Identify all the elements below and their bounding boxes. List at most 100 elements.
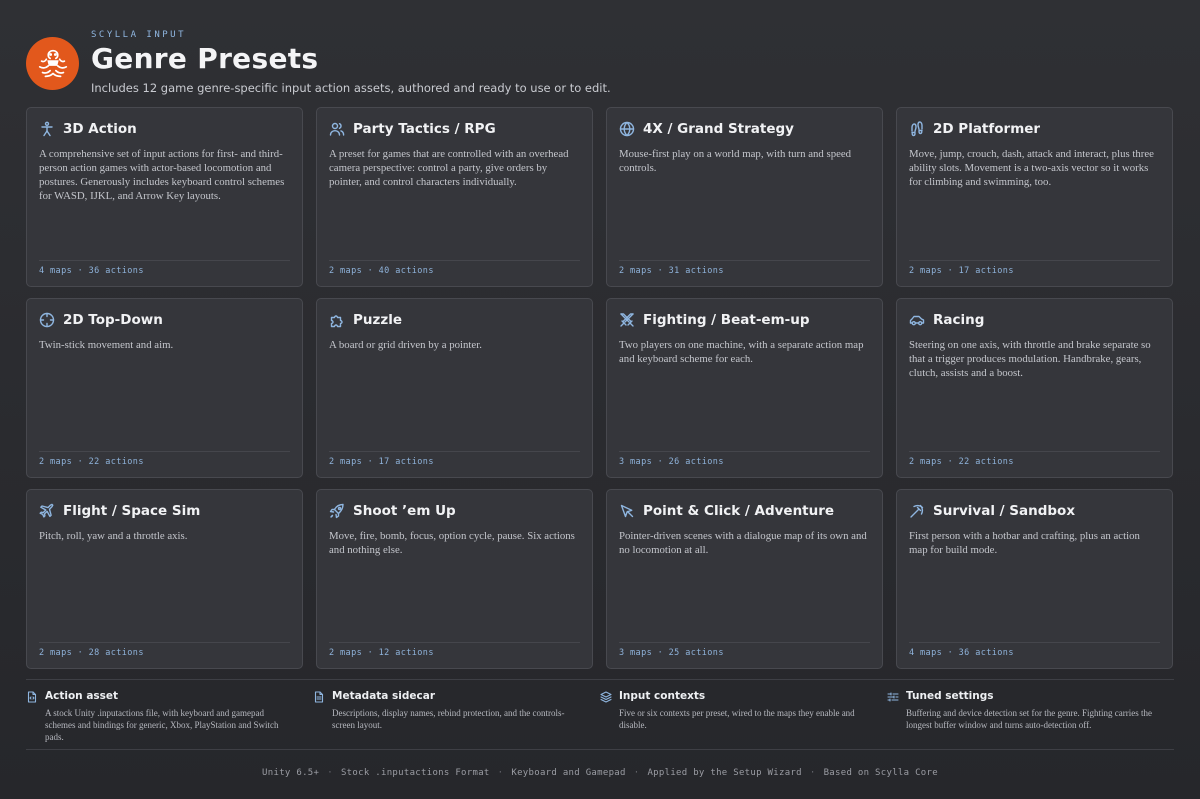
footprints-icon <box>909 121 925 137</box>
card-description: A board or grid driven by a pointer. <box>329 339 482 351</box>
brand-eyebrow: SCYLLA INPUT <box>91 30 187 40</box>
card-title: 4X / Grand Strategy <box>643 121 794 137</box>
card-divider <box>39 642 290 643</box>
plane-icon <box>39 503 55 519</box>
car-icon <box>909 312 925 328</box>
card-title: Party Tactics / RPG <box>353 121 496 137</box>
footer-separator: · <box>633 768 640 778</box>
card-meta: 2 maps · 28 actions <box>39 648 144 658</box>
feature-title: Tuned settings <box>906 690 994 702</box>
footer-item: Based on Scylla Core <box>823 768 938 778</box>
card-divider <box>909 260 1160 261</box>
header: SCYLLA INPUT Genre Presets Includes 12 g… <box>26 28 1176 98</box>
preset-card-flight[interactable]: Flight / Space Sim Pitch, roll, yaw and … <box>26 489 303 669</box>
pointer-icon <box>619 503 635 519</box>
feature-title: Input contexts <box>619 690 706 702</box>
card-divider <box>329 451 580 452</box>
feature-title: Metadata sidecar <box>332 690 436 702</box>
card-meta: 4 maps · 36 actions <box>909 648 1014 658</box>
swords-icon <box>619 312 635 328</box>
card-divider <box>619 451 870 452</box>
feature-input-contexts: Input contexts Five or six contexts per … <box>600 690 887 743</box>
feature-description: Descriptions, display names, rebind prot… <box>332 708 565 730</box>
preset-card-puzzle[interactable]: Puzzle A board or grid driven by a point… <box>316 298 593 478</box>
card-description: Move, fire, bomb, focus, option cycle, p… <box>329 530 575 556</box>
card-title: Point & Click / Adventure <box>643 503 835 519</box>
card-divider <box>619 642 870 643</box>
feature-tuned-settings: Tuned settings Buffering and device dete… <box>887 690 1174 743</box>
card-meta: 2 maps · 17 actions <box>909 266 1014 276</box>
sliders-icon <box>887 691 899 703</box>
globe-icon <box>619 121 635 137</box>
layers-icon <box>600 691 612 703</box>
page-subtitle: Includes 12 game genre-specific input ac… <box>91 81 611 95</box>
footer-divider <box>26 749 1174 750</box>
preset-card-shoot-em-up[interactable]: Shoot ’em Up Move, fire, bomb, focus, op… <box>316 489 593 669</box>
card-meta: 2 maps · 31 actions <box>619 266 724 276</box>
file-text-icon <box>313 691 325 703</box>
card-meta: 2 maps · 40 actions <box>329 266 434 276</box>
card-meta: 2 maps · 12 actions <box>329 648 434 658</box>
feature-action-asset: Action asset A stock Unity .inputactions… <box>26 690 313 743</box>
preset-card-fighting[interactable]: Fighting / Beat-em-up Two players on one… <box>606 298 883 478</box>
card-title: 2D Platformer <box>933 121 1041 137</box>
card-title: Flight / Space Sim <box>63 503 201 519</box>
card-meta: 3 maps · 25 actions <box>619 648 724 658</box>
card-description: Steering on one axis, with throttle and … <box>909 339 1151 379</box>
feature-description: A stock Unity .inputactions file, with k… <box>45 708 279 742</box>
preset-card-2d-platformer[interactable]: 2D Platformer Move, jump, crouch, dash, … <box>896 107 1173 287</box>
file-code-icon <box>26 691 38 703</box>
footer-item: Unity 6.5+ <box>262 768 320 778</box>
card-divider <box>329 642 580 643</box>
card-description: First person with a hotbar and crafting,… <box>909 530 1140 556</box>
card-title: 2D Top-Down <box>63 312 163 328</box>
section-divider <box>26 679 1174 680</box>
card-meta: 2 maps · 22 actions <box>39 457 144 467</box>
preset-card-2d-top-down[interactable]: 2D Top-Down Twin-stick movement and aim.… <box>26 298 303 478</box>
card-divider <box>39 260 290 261</box>
card-meta: 2 maps · 17 actions <box>329 457 434 467</box>
card-title: Fighting / Beat-em-up <box>643 312 810 328</box>
preset-card-3d-action[interactable]: 3D Action A comprehensive set of input a… <box>26 107 303 287</box>
pickaxe-icon <box>909 503 925 519</box>
feature-metadata-sidecar: Metadata sidecar Descriptions, display n… <box>313 690 600 743</box>
users-icon <box>329 121 345 137</box>
card-divider <box>909 642 1160 643</box>
footer-item: Keyboard and Gamepad <box>511 768 626 778</box>
card-divider <box>909 451 1160 452</box>
card-description: Mouse-first play on a world map, with tu… <box>619 148 852 174</box>
preset-grid: 3D Action A comprehensive set of input a… <box>26 107 1174 669</box>
card-divider <box>619 260 870 261</box>
puzzle-icon <box>329 312 345 328</box>
feature-list: Action asset A stock Unity .inputactions… <box>26 690 1174 743</box>
crosshair-icon <box>39 312 55 328</box>
feature-description: Buffering and device detection set for t… <box>906 708 1152 730</box>
rocket-icon <box>329 503 345 519</box>
footer-separator: · <box>327 768 333 778</box>
person-icon <box>39 121 55 137</box>
preset-card-party-tactics[interactable]: Party Tactics / RPG A preset for games t… <box>316 107 593 287</box>
preset-card-grand-strategy[interactable]: 4X / Grand Strategy Mouse-first play on … <box>606 107 883 287</box>
card-description: Two players on one machine, with a separ… <box>619 339 864 365</box>
footer-item: Applied by the Setup Wizard <box>647 768 802 778</box>
card-title: Survival / Sandbox <box>933 503 1076 519</box>
card-meta: 3 maps · 26 actions <box>619 457 724 467</box>
card-title: Shoot ’em Up <box>353 503 456 519</box>
scylla-logo-icon <box>26 37 79 90</box>
card-title: Puzzle <box>353 312 403 328</box>
card-title: Racing <box>933 312 985 328</box>
card-description: Pointer-driven scenes with a dialogue ma… <box>619 530 867 556</box>
card-divider <box>329 260 580 261</box>
preset-card-survival[interactable]: Survival / Sandbox First person with a h… <box>896 489 1173 669</box>
footer-item: Stock .inputactions Format <box>340 768 490 778</box>
page-title: Genre Presets <box>91 42 319 75</box>
card-description: A comprehensive set of input actions for… <box>39 148 285 202</box>
footer-separator: · <box>497 768 504 778</box>
card-divider <box>39 451 290 452</box>
card-description: Move, jump, crouch, dash, attack and int… <box>909 148 1154 188</box>
feature-description: Five or six contexts per preset, wired t… <box>619 708 855 730</box>
preset-card-racing[interactable]: Racing Steering on one axis, with thrott… <box>896 298 1173 478</box>
card-meta: 2 maps · 22 actions <box>909 457 1014 467</box>
footer-separator: · <box>809 768 816 778</box>
preset-card-point-and-click[interactable]: Point & Click / Adventure Pointer-driven… <box>606 489 883 669</box>
